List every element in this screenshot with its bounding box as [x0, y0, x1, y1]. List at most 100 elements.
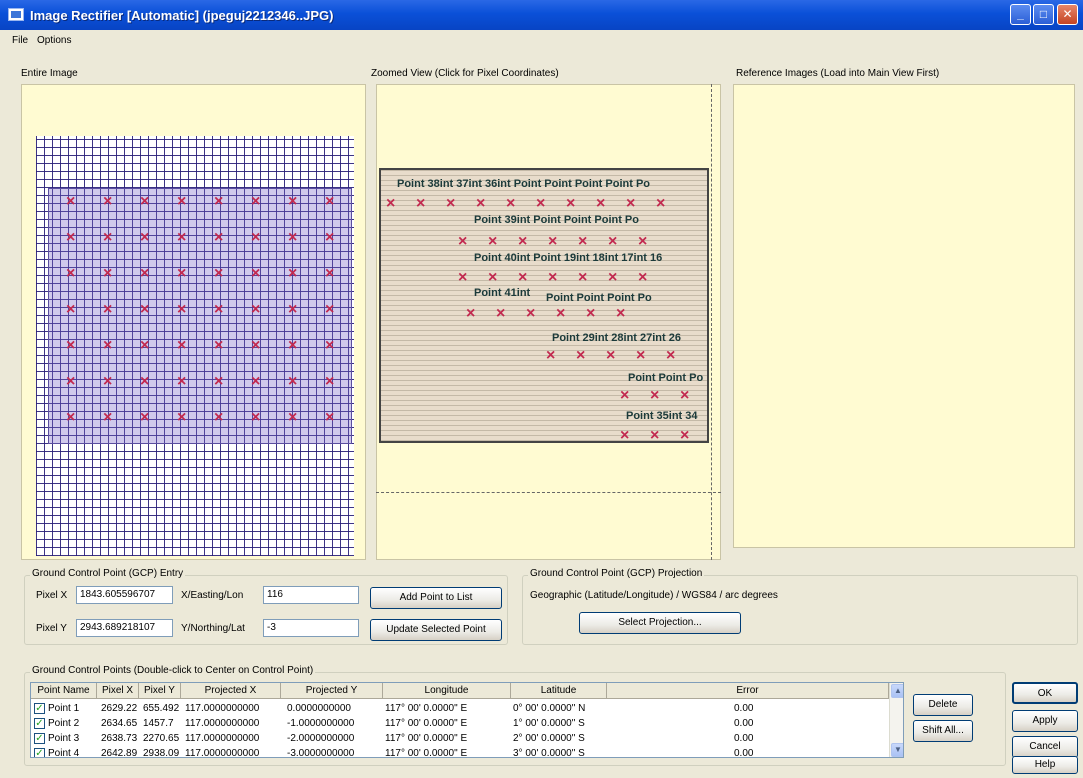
control-point-marker-icon[interactable]: ×	[325, 302, 334, 318]
table-scrollbar[interactable]: ▲ ▼	[889, 683, 903, 757]
table-row[interactable]: ✓ Point 1 2629.22 655.492 117.0000000000…	[31, 701, 889, 716]
control-point-marker-icon[interactable]: ×	[650, 388, 659, 404]
control-point-marker-icon[interactable]: ×	[140, 194, 149, 210]
control-point-marker-icon[interactable]: ×	[177, 194, 186, 210]
control-point-marker-icon[interactable]: ×	[576, 348, 585, 364]
title-bar[interactable]: Image Rectifier [Automatic] (jpeguj22123…	[0, 0, 1083, 30]
column-latitude[interactable]: Latitude	[511, 683, 607, 699]
control-point-marker-icon[interactable]: ×	[251, 194, 260, 210]
control-point-marker-icon[interactable]: ×	[325, 230, 334, 246]
control-point-marker-icon[interactable]: ×	[566, 196, 575, 212]
column-pixel-x[interactable]: Pixel X	[97, 683, 139, 699]
cancel-button[interactable]: Cancel	[1012, 736, 1078, 758]
control-point-marker-icon[interactable]: ×	[103, 374, 112, 390]
control-point-marker-icon[interactable]: ×	[214, 230, 223, 246]
control-point-marker-icon[interactable]: ×	[214, 338, 223, 354]
control-point-marker-icon[interactable]: ×	[288, 374, 297, 390]
control-point-marker-icon[interactable]: ×	[177, 338, 186, 354]
control-point-marker-icon[interactable]: ×	[556, 306, 565, 322]
control-point-marker-icon[interactable]: ×	[596, 196, 605, 212]
control-point-marker-icon[interactable]: ×	[140, 410, 149, 426]
control-point-marker-icon[interactable]: ×	[103, 410, 112, 426]
control-point-marker-icon[interactable]: ×	[214, 374, 223, 390]
control-point-marker-icon[interactable]: ×	[214, 302, 223, 318]
minimize-button[interactable]: _	[1010, 4, 1031, 25]
column-longitude[interactable]: Longitude	[383, 683, 511, 699]
menu-options[interactable]: Options	[37, 35, 71, 46]
control-point-marker-icon[interactable]: ×	[488, 270, 497, 286]
control-point-marker-icon[interactable]: ×	[586, 306, 595, 322]
control-point-marker-icon[interactable]: ×	[288, 410, 297, 426]
scroll-up-icon[interactable]: ▲	[891, 684, 903, 698]
apply-button[interactable]: Apply	[1012, 710, 1078, 732]
control-point-marker-icon[interactable]: ×	[680, 428, 689, 444]
point-checkbox[interactable]: ✓	[34, 733, 45, 744]
ok-button[interactable]: OK	[1012, 682, 1078, 704]
control-point-marker-icon[interactable]: ×	[446, 196, 455, 212]
control-point-marker-icon[interactable]: ×	[66, 266, 75, 282]
control-point-marker-icon[interactable]: ×	[214, 410, 223, 426]
x-easting-lon-field[interactable]: 116	[263, 586, 359, 604]
gcp-points-table[interactable]: Point Name Pixel X Pixel Y Projected X P…	[30, 682, 904, 758]
maximize-button[interactable]: □	[1033, 4, 1054, 25]
control-point-marker-icon[interactable]: ×	[325, 266, 334, 282]
control-point-marker-icon[interactable]: ×	[620, 428, 629, 444]
control-point-marker-icon[interactable]: ×	[251, 374, 260, 390]
control-point-marker-icon[interactable]: ×	[518, 234, 527, 250]
control-point-marker-icon[interactable]: ×	[103, 266, 112, 282]
control-point-marker-icon[interactable]: ×	[325, 338, 334, 354]
point-checkbox[interactable]: ✓	[34, 748, 45, 757]
control-point-marker-icon[interactable]: ×	[386, 196, 395, 212]
control-point-marker-icon[interactable]: ×	[546, 348, 555, 364]
control-point-marker-icon[interactable]: ×	[496, 306, 505, 322]
table-row[interactable]: ✓ Point 3 2638.73 2270.65 117.0000000000…	[31, 731, 889, 746]
control-point-marker-icon[interactable]: ×	[288, 302, 297, 318]
column-pixel-y[interactable]: Pixel Y	[139, 683, 181, 699]
y-northing-lat-field[interactable]: -3	[263, 619, 359, 637]
control-point-marker-icon[interactable]: ×	[288, 266, 297, 282]
control-point-marker-icon[interactable]: ×	[536, 196, 545, 212]
pixel-y-field[interactable]: 2943.689218107	[76, 619, 173, 637]
select-projection-button[interactable]: Select Projection...	[579, 612, 741, 634]
control-point-marker-icon[interactable]: ×	[177, 410, 186, 426]
control-point-marker-icon[interactable]: ×	[66, 230, 75, 246]
table-row[interactable]: ✓ Point 4 2642.89 2938.09 117.0000000000…	[31, 746, 889, 757]
control-point-marker-icon[interactable]: ×	[416, 196, 425, 212]
control-point-marker-icon[interactable]: ×	[620, 388, 629, 404]
control-point-marker-icon[interactable]: ×	[656, 196, 665, 212]
point-checkbox[interactable]: ✓	[34, 703, 45, 714]
column-projected-x[interactable]: Projected X	[181, 683, 281, 699]
control-point-marker-icon[interactable]: ×	[526, 306, 535, 322]
control-point-marker-icon[interactable]: ×	[288, 194, 297, 210]
control-point-marker-icon[interactable]: ×	[251, 230, 260, 246]
control-point-marker-icon[interactable]: ×	[140, 338, 149, 354]
control-point-marker-icon[interactable]: ×	[66, 194, 75, 210]
control-point-marker-icon[interactable]: ×	[548, 234, 557, 250]
column-error[interactable]: Error	[607, 683, 889, 699]
control-point-marker-icon[interactable]: ×	[140, 302, 149, 318]
control-point-marker-icon[interactable]: ×	[650, 428, 659, 444]
control-point-marker-icon[interactable]: ×	[548, 270, 557, 286]
table-row[interactable]: ✓ Point 2 2634.65 1457.7 117.0000000000 …	[31, 716, 889, 731]
control-point-marker-icon[interactable]: ×	[488, 234, 497, 250]
control-point-marker-icon[interactable]: ×	[103, 230, 112, 246]
control-point-marker-icon[interactable]: ×	[638, 270, 647, 286]
control-point-marker-icon[interactable]: ×	[251, 410, 260, 426]
shift-all-button[interactable]: Shift All...	[913, 720, 973, 742]
control-point-marker-icon[interactable]: ×	[103, 302, 112, 318]
control-point-marker-icon[interactable]: ×	[608, 270, 617, 286]
control-point-marker-icon[interactable]: ×	[325, 194, 334, 210]
control-point-marker-icon[interactable]: ×	[251, 266, 260, 282]
control-point-marker-icon[interactable]: ×	[325, 374, 334, 390]
control-point-marker-icon[interactable]: ×	[518, 270, 527, 286]
control-point-marker-icon[interactable]: ×	[177, 374, 186, 390]
point-checkbox[interactable]: ✓	[34, 718, 45, 729]
menu-file[interactable]: File	[12, 35, 28, 46]
control-point-marker-icon[interactable]: ×	[466, 306, 475, 322]
control-point-marker-icon[interactable]: ×	[325, 410, 334, 426]
control-point-marker-icon[interactable]: ×	[251, 302, 260, 318]
control-point-marker-icon[interactable]: ×	[66, 374, 75, 390]
control-point-marker-icon[interactable]: ×	[140, 230, 149, 246]
column-projected-y[interactable]: Projected Y	[281, 683, 383, 699]
control-point-marker-icon[interactable]: ×	[476, 196, 485, 212]
